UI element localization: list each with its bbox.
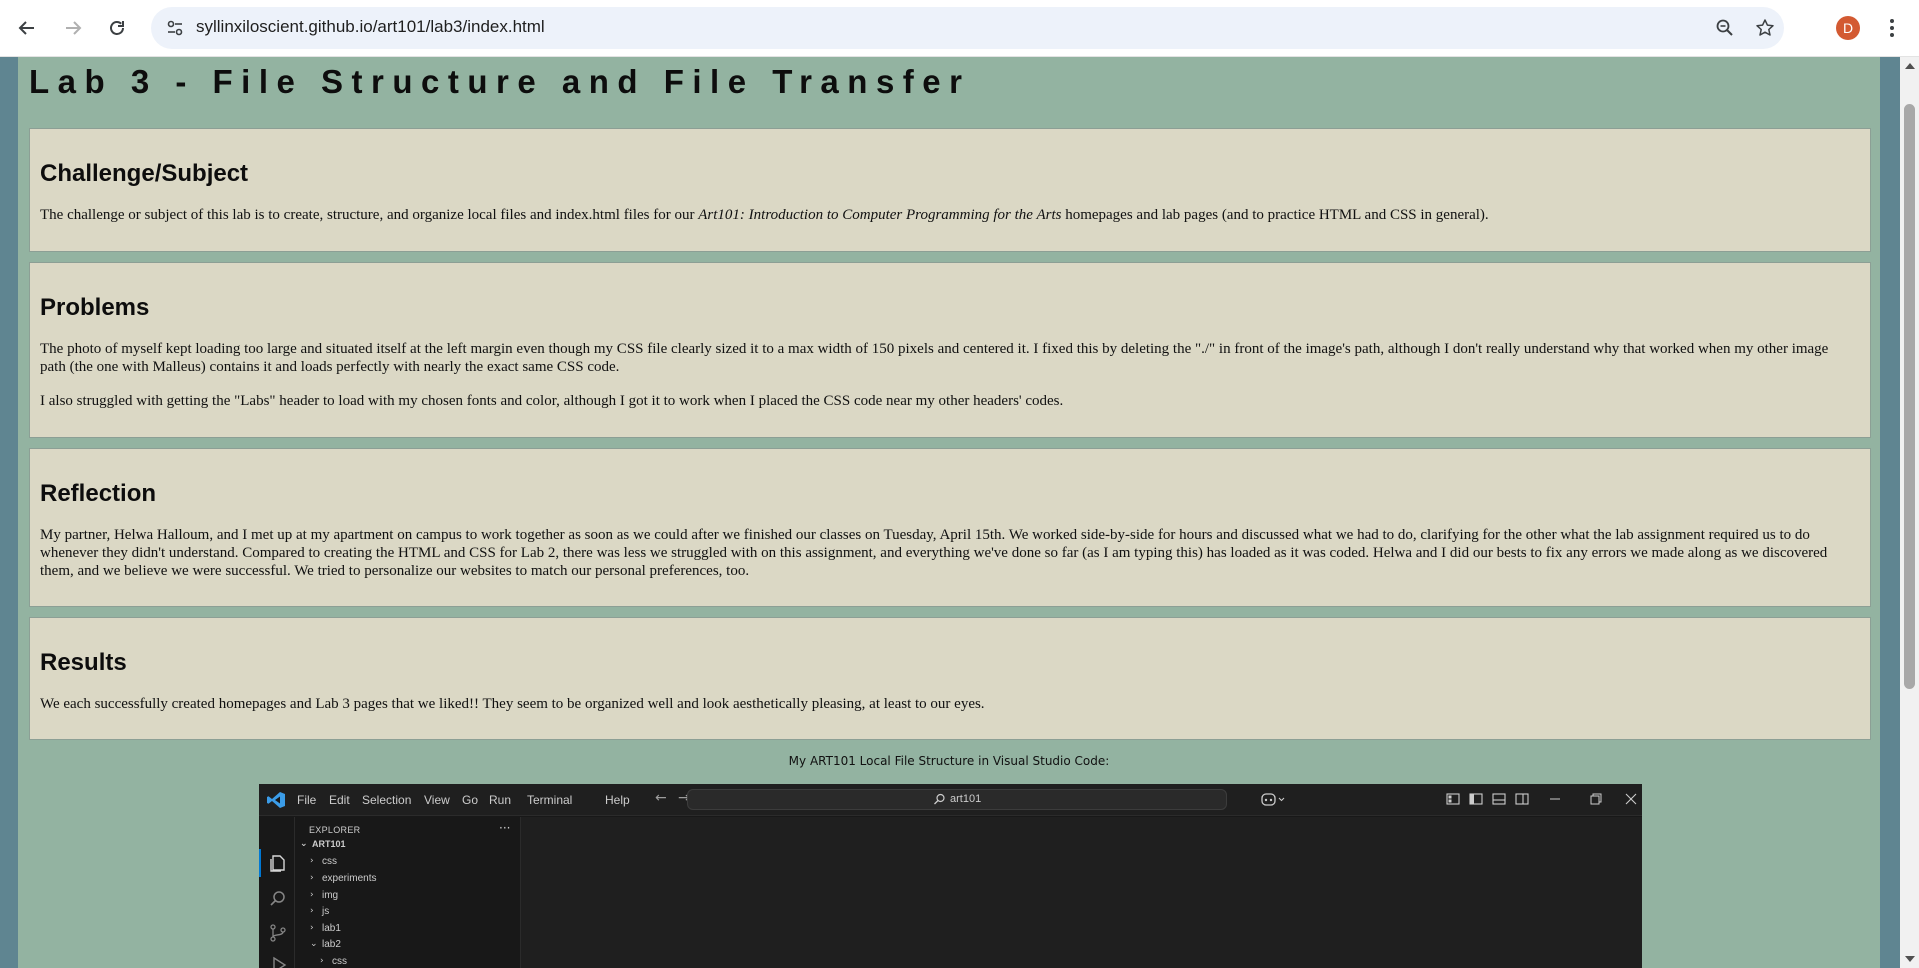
- page-title: Lab 3 - File Structure and File Transfer: [29, 63, 971, 100]
- explorer-header: EXPLORER: [309, 825, 361, 835]
- page-viewport: Lab 3 - File Structure and File Transfer…: [0, 57, 1900, 968]
- tree-item: › experiments: [310, 870, 376, 886]
- vscode-toggle-sidebar-icon: [1469, 793, 1483, 805]
- vscode-menu-run: Run: [489, 793, 512, 807]
- vscode-close-icon: [1625, 793, 1637, 805]
- chevron-down-icon: ⌄: [310, 939, 318, 949]
- image-caption: My ART101 Local File Structure in Visual…: [788, 754, 1110, 768]
- chevron-down-icon: ⌄: [300, 839, 308, 849]
- scroll-up-arrow-icon[interactable]: [1905, 63, 1915, 69]
- vscode-menu-help: Help: [605, 793, 630, 807]
- tree-label: css: [322, 855, 337, 867]
- vscode-explorer-panel: EXPLORER ··· ⌄ ART101 › css › experiments ›…: [296, 817, 521, 968]
- section-heading: Reflection: [40, 480, 157, 507]
- url-text[interactable]: syllinxiloscient.github.io/art101/lab3/i…: [196, 17, 545, 37]
- vscode-titlebar: File Edit Selection View Go Run Terminal…: [259, 784, 1642, 816]
- tree-label: js: [322, 905, 330, 917]
- tree-label: img: [322, 889, 339, 901]
- course-title: Art101: Introduction to Computer Program…: [698, 207, 1062, 223]
- section-problems: Problems The photo of myself kept loadin…: [29, 262, 1871, 438]
- tree-item: › css: [310, 853, 337, 869]
- back-button[interactable]: [11, 12, 43, 44]
- section-heading: Challenge/Subject: [40, 160, 249, 187]
- vscode-layout-icon: [1446, 793, 1460, 805]
- chevron-right-icon: ›: [320, 956, 324, 966]
- scroll-thumb[interactable]: [1904, 104, 1915, 689]
- reload-icon: [110, 21, 124, 35]
- section-heading: Problems: [40, 294, 150, 321]
- tree-item: › img: [310, 887, 338, 903]
- vscode-menu-file: File: [297, 793, 317, 807]
- section-paragraph: The challenge or subject of this lab is …: [40, 206, 1850, 224]
- vscode-copilot-icon: [1261, 793, 1285, 806]
- star-icon: [1756, 19, 1774, 36]
- section-heading: Results: [40, 649, 127, 676]
- tree-label: lab1: [322, 922, 341, 934]
- address-bar[interactable]: syllinxiloscient.github.io/art101/lab3/i…: [151, 7, 1784, 49]
- section-paragraph: I also struggled with getting the "Labs"…: [40, 393, 1064, 409]
- arrow-back-icon: [18, 21, 34, 35]
- vscode-active-indicator: [259, 849, 261, 877]
- vscode-command-center: art101: [687, 789, 1227, 810]
- section-challenge: Challenge/Subject The challenge or subje…: [29, 128, 1871, 252]
- paragraph-text: The challenge or subject of this lab is …: [40, 207, 699, 223]
- vscode-editor-area: [521, 817, 1642, 968]
- chevron-right-icon: ›: [310, 873, 314, 883]
- section-reflection: Reflection My partner, Helwa Halloum, an…: [29, 448, 1871, 607]
- kebab-menu-icon[interactable]: [1882, 14, 1902, 42]
- browser-toolbar: syllinxiloscient.github.io/art101/lab3/i…: [0, 0, 1919, 57]
- vscode-screenshot: File Edit Selection View Go Run Terminal…: [259, 784, 1642, 968]
- arrow-forward-icon: [66, 21, 82, 35]
- reload-button[interactable]: [101, 12, 133, 44]
- tree-label: lab2: [322, 938, 341, 950]
- scroll-down-arrow-icon[interactable]: [1905, 956, 1915, 962]
- vscode-logo-icon: [267, 792, 285, 808]
- vscode-search-text: art101: [950, 793, 982, 805]
- chevron-right-icon: ›: [310, 890, 314, 900]
- vscode-explorer-icon: [270, 855, 285, 872]
- tree-root-folder: ⌄ ART101: [300, 836, 346, 852]
- vscode-menu-terminal: Terminal: [527, 793, 573, 807]
- section-paragraph: We each successfully created homepages a…: [40, 696, 985, 712]
- tree-item: › lab1: [310, 920, 341, 936]
- vscode-toggle-secondary-icon: [1515, 793, 1529, 805]
- vscode-menu-selection: Selection: [362, 793, 412, 807]
- paragraph-text: homepages and lab pages (and to practice…: [1061, 207, 1489, 223]
- zoom-icon: [1716, 19, 1733, 36]
- section-results: Results We each successfully created hom…: [29, 617, 1871, 740]
- zoom-button[interactable]: [1713, 16, 1737, 40]
- profile-avatar[interactable]: D: [1836, 16, 1860, 40]
- explorer-more-icon: ···: [499, 821, 511, 835]
- page-scrollbar[interactable]: [1900, 57, 1919, 968]
- section-paragraph: The photo of myself kept loading too lar…: [40, 341, 1829, 375]
- vscode-restore-icon: [1590, 793, 1602, 805]
- section-paragraph: My partner, Helwa Halloum, and I met up …: [40, 527, 1828, 579]
- vscode-menu-edit: Edit: [329, 793, 350, 807]
- tree-item: › css: [320, 953, 347, 968]
- vscode-toggle-panel-icon: [1492, 793, 1506, 805]
- vscode-search-icon: [934, 793, 945, 805]
- vscode-run-debug-icon: [273, 956, 287, 968]
- vscode-activity-bar: [259, 817, 295, 968]
- tune-icon[interactable]: [165, 18, 185, 38]
- tree-item: › js: [310, 903, 329, 919]
- tree-item: ⌄ lab2: [310, 936, 341, 952]
- forward-button[interactable]: [57, 12, 89, 44]
- vscode-menu-go: Go: [462, 793, 479, 807]
- tree-label: experiments: [322, 872, 377, 884]
- vscode-search-activity-icon: [270, 891, 285, 906]
- tree-label: ART101: [312, 839, 346, 849]
- vscode-menu-view: View: [424, 793, 450, 807]
- vscode-minimize-icon: [1550, 798, 1560, 800]
- vscode-source-control-icon: [270, 924, 286, 942]
- chevron-right-icon: ›: [310, 906, 314, 916]
- chevron-right-icon: ›: [310, 923, 314, 933]
- bookmark-button[interactable]: [1753, 16, 1777, 40]
- tree-label: css: [332, 955, 347, 967]
- page-body: Lab 3 - File Structure and File Transfer…: [18, 57, 1880, 968]
- vscode-back-arrow-icon: ←: [655, 790, 667, 806]
- chevron-right-icon: ›: [310, 856, 314, 866]
